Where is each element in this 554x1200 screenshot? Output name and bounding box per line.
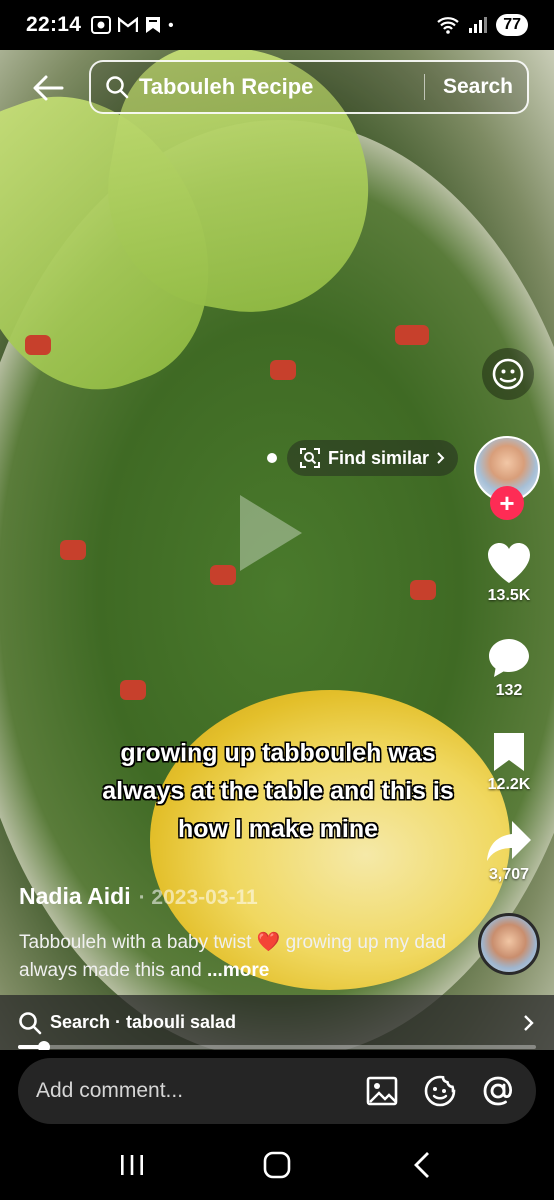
- heart-icon: [488, 543, 530, 583]
- related-search-label: Search · tabouli salad: [50, 1012, 237, 1032]
- play-icon[interactable]: [240, 495, 302, 571]
- at-sign-icon: [483, 1076, 513, 1106]
- video-progress-bar[interactable]: [18, 1041, 536, 1053]
- save-button[interactable]: 12.2K: [464, 730, 554, 794]
- more-link[interactable]: ...more: [207, 960, 269, 981]
- status-bar: 22:14 • 77: [0, 0, 554, 50]
- search-icon: [106, 76, 129, 99]
- comment-count: 132: [495, 682, 523, 699]
- emoji-icon: [424, 1075, 456, 1107]
- comment-button[interactable]: 132: [464, 636, 554, 700]
- arrow-left-icon: [33, 75, 64, 101]
- post-description[interactable]: Tabbouleh with a baby twist ❤️ growing u…: [19, 929, 449, 985]
- system-nav-bar: [0, 1130, 554, 1200]
- system-back-button[interactable]: [392, 1140, 452, 1190]
- recent-apps-icon: [121, 1155, 144, 1175]
- video-tomato: [25, 335, 51, 355]
- author-name[interactable]: Nadia Aidi: [19, 883, 131, 910]
- search-divider: [423, 74, 425, 100]
- chevron-right-icon: [524, 1014, 534, 1031]
- gmail-icon: [118, 17, 139, 32]
- mention-button[interactable]: [478, 1071, 518, 1111]
- search-icon: [19, 1011, 42, 1034]
- plus-icon: +: [499, 487, 515, 518]
- share-arrow-icon: [487, 821, 531, 861]
- like-button[interactable]: 13.5K: [464, 541, 554, 605]
- recent-apps-button[interactable]: [102, 1140, 162, 1190]
- like-count: 13.5K: [487, 587, 531, 604]
- comment-input[interactable]: Add comment...: [18, 1058, 536, 1124]
- image-attach-button[interactable]: [362, 1071, 402, 1111]
- battery-indicator: 77: [496, 14, 528, 36]
- save-count: 12.2K: [487, 776, 531, 793]
- share-button[interactable]: 3,707: [464, 818, 554, 884]
- anchor-dot-icon: [267, 453, 277, 463]
- chevron-left-icon: [413, 1152, 429, 1178]
- video-tomato: [120, 680, 146, 700]
- comment-area: Add comment...: [0, 1050, 554, 1130]
- find-similar-label: Find similar: [328, 447, 430, 468]
- signal-icon: [469, 17, 488, 33]
- image-icon: [366, 1076, 398, 1106]
- back-button[interactable]: [28, 68, 68, 108]
- bookmark-icon: [146, 17, 161, 33]
- dot-icon: •: [168, 16, 174, 34]
- search-button[interactable]: Search: [443, 75, 513, 99]
- status-notification-icons: •: [91, 16, 173, 34]
- follow-button[interactable]: +: [490, 486, 524, 520]
- wifi-icon: [437, 17, 459, 34]
- video-tomato: [395, 325, 429, 345]
- find-similar-button[interactable]: Find similar: [287, 440, 459, 476]
- chevron-right-icon: [437, 452, 445, 464]
- video-tomato: [410, 580, 436, 600]
- status-time: 22:14: [26, 13, 82, 36]
- video-tomato: [60, 540, 86, 560]
- video-tomato: [210, 565, 236, 585]
- bookmark-icon: [494, 733, 524, 771]
- emoji-button[interactable]: [420, 1071, 460, 1111]
- lens-button[interactable]: [482, 348, 534, 400]
- comment-placeholder: Add comment...: [36, 1079, 184, 1102]
- related-search-bar[interactable]: Search · tabouli salad: [0, 995, 554, 1050]
- post-date: · 2023-03-11: [138, 886, 258, 909]
- video-text-overlay: growing up tabbouleh was always at the t…: [102, 739, 454, 843]
- image-search-icon: [300, 448, 320, 468]
- screenshot-icon: [91, 16, 112, 34]
- status-right: 77: [436, 14, 528, 36]
- comment-icon: [489, 639, 529, 677]
- find-similar[interactable]: Find similar: [267, 440, 459, 476]
- post-author-row: Nadia Aidi · 2023-03-11: [19, 883, 258, 910]
- video-tomato: [270, 360, 296, 380]
- search-query[interactable]: Tabouleh Recipe: [139, 74, 424, 100]
- home-button[interactable]: [247, 1140, 307, 1190]
- search-bar[interactable]: Tabouleh Recipe Search: [89, 60, 529, 114]
- home-icon: [263, 1151, 291, 1179]
- face-scan-icon: [492, 358, 524, 390]
- music-disc[interactable]: [478, 913, 540, 975]
- share-count: 3,707: [488, 866, 530, 883]
